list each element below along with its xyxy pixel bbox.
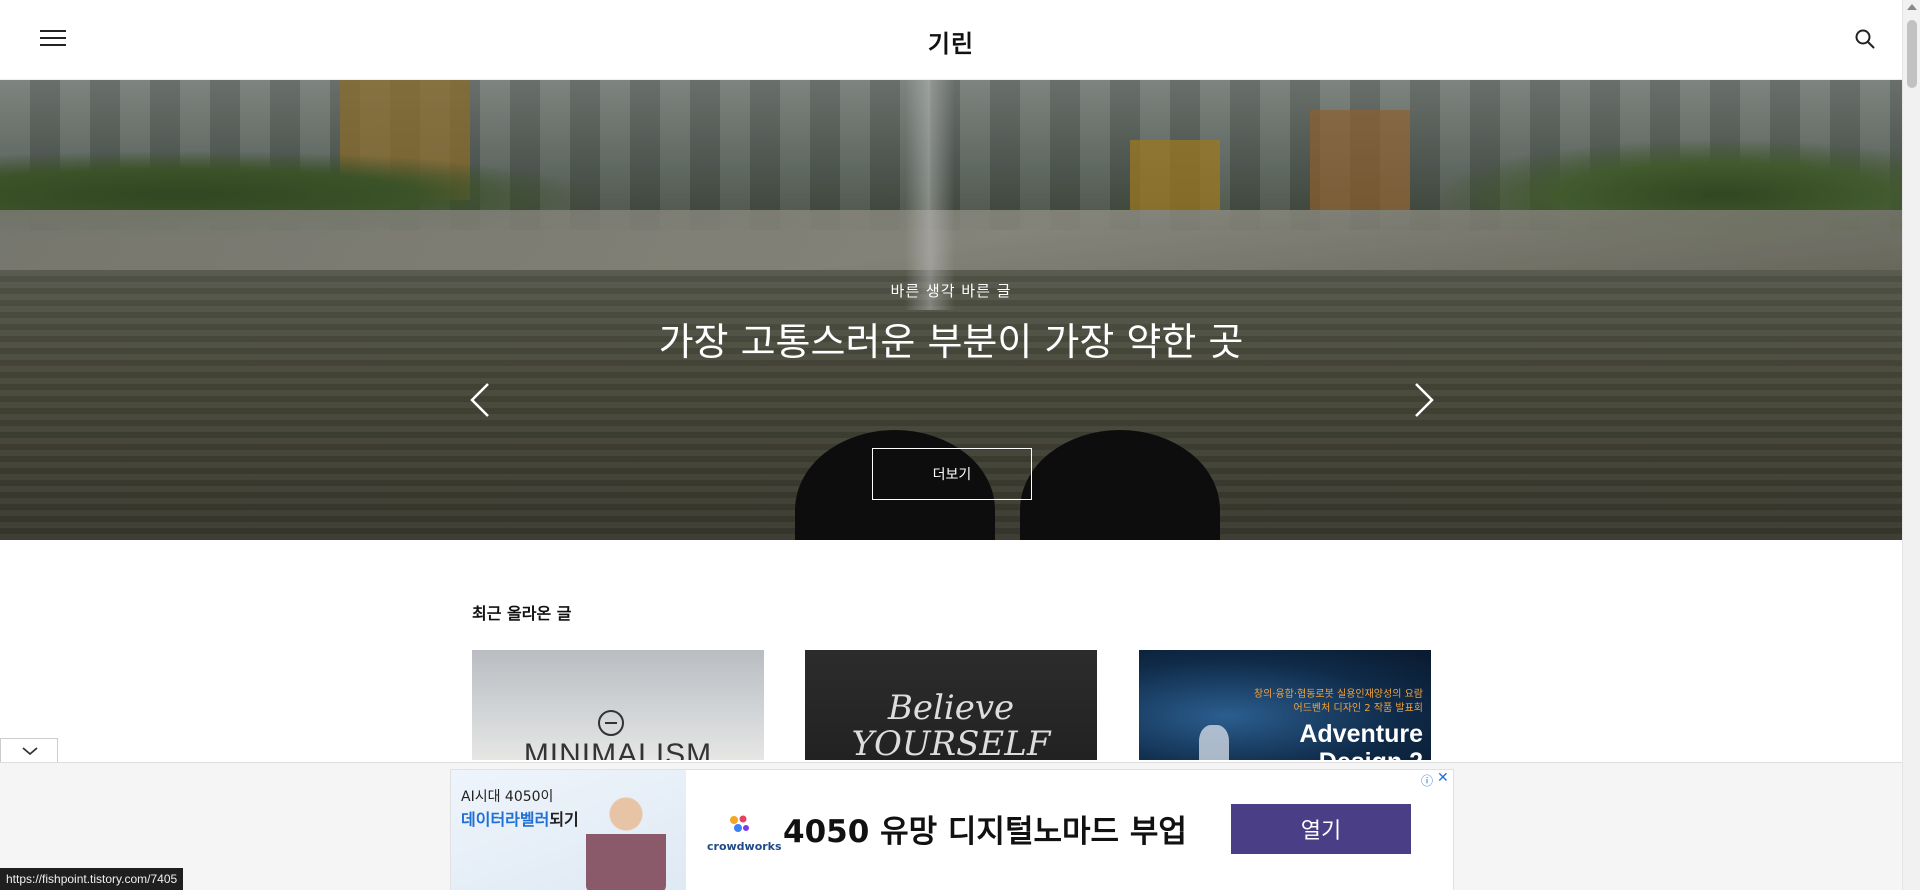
ad-person-image [586, 792, 666, 890]
hero-title[interactable]: 가장 고통스러운 부분이 가장 약한 곳 [651, 316, 1251, 368]
recent-posts-heading: 최근 올라온 글 [472, 604, 572, 623]
post-card-image-subtext: 창의·융합·협동로봇 실용인재양성의 요람 어드벤처 디자인 2 작품 발표회 [1253, 689, 1423, 714]
post-card-1[interactable]: MINIMALISM [472, 650, 764, 760]
chevron-left-icon[interactable] [466, 380, 496, 420]
ad-open-button[interactable]: 열기 [1231, 804, 1411, 854]
post-card-3[interactable]: 창의·융합·협동로봇 실용인재양성의 요람 어드벤처 디자인 2 작품 발표회 … [1139, 650, 1431, 760]
hero-slider: 바른 생각 바른 글 가장 고통스러운 부분이 가장 약한 곳 더보기 [0, 80, 1902, 540]
hero-subtitle: 바른 생각 바른 글 [890, 282, 1012, 300]
crowdworks-logo-icon [726, 812, 752, 838]
bottom-ad-bar: AI시대 4050이 데이터라벨러되기 crowdworks 4050 유망 디… [0, 762, 1902, 890]
search-icon[interactable] [1854, 28, 1876, 50]
ad-image-line2: 데이터라벨러되기 [461, 810, 579, 829]
scroll-thumb[interactable] [1907, 20, 1917, 88]
ad-image-line1: AI시대 4050이 [461, 789, 554, 805]
post-card-image-text: MINIMALISM [523, 738, 713, 760]
ad-banner[interactable]: AI시대 4050이 데이터라벨러되기 crowdworks 4050 유망 디… [450, 769, 1454, 890]
post-card-2[interactable]: Believe YOURSELF [805, 650, 1097, 760]
site-title[interactable]: 기린 [0, 24, 1902, 59]
ad-collapse-button[interactable] [0, 738, 58, 762]
more-button[interactable]: 더보기 [872, 448, 1032, 500]
page-scrollbar[interactable] [1902, 0, 1920, 890]
post-card-image-title: Adventure Design 2 [1299, 720, 1423, 760]
robot-figure-icon [1199, 725, 1229, 760]
ad-headline[interactable]: 4050 유망 디지털노마드 부업 [783, 806, 1187, 851]
status-bar-url: https://fishpoint.tistory.com/7405 [0, 868, 184, 890]
ad-info-icon[interactable]: ⓘ [1421, 772, 1433, 789]
ad-image[interactable]: AI시대 4050이 데이터라벨러되기 [451, 770, 686, 890]
ad-close-icon[interactable]: ✕ [1437, 770, 1449, 786]
ad-brand-name: crowdworks [707, 840, 782, 853]
chevron-right-icon[interactable] [1408, 380, 1438, 420]
scroll-up-icon[interactable] [1907, 4, 1917, 10]
minus-circle-icon [598, 710, 624, 736]
post-card-image-text: Believe YOURSELF [851, 688, 1051, 760]
site-header: 기린 [0, 0, 1902, 80]
